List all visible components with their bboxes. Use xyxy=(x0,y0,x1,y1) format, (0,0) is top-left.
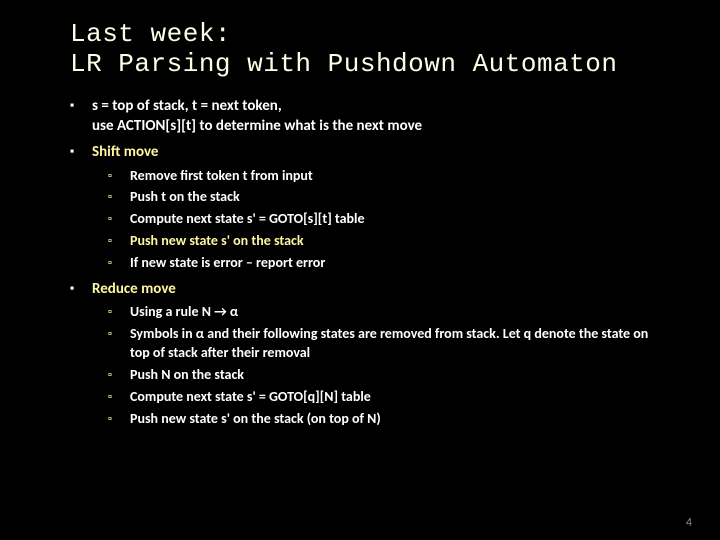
hollow-square-bullet-icon: ▫ xyxy=(108,327,120,363)
list-item: ▫ Push N on the stack xyxy=(108,366,664,385)
list-item: ▫ Symbols in α and their following state… xyxy=(108,325,664,363)
page-number: 4 xyxy=(686,516,692,530)
list-item-text: Compute next state s' = GOTO[q][N] table xyxy=(130,388,664,407)
hollow-square-bullet-icon: ▫ xyxy=(108,256,120,273)
hollow-square-bullet-icon: ▫ xyxy=(108,305,120,322)
list-item: ▫ Push new state s' on the stack (on top… xyxy=(108,410,664,429)
title-line-1: Last week: xyxy=(70,19,231,49)
slide-body: ▪ s = top of stack, t = next token, use … xyxy=(70,96,664,429)
intro-text: s = top of stack, t = next token, use AC… xyxy=(92,96,664,137)
list-item: ▫ Compute next state s' = GOTO[q][N] tab… xyxy=(108,388,664,407)
hollow-square-bullet-icon: ▫ xyxy=(108,234,120,251)
hollow-square-bullet-icon: ▫ xyxy=(108,169,120,186)
hollow-square-bullet-icon: ▫ xyxy=(108,190,120,207)
list-item-text: Symbols in α and their following states … xyxy=(130,325,664,363)
list-item-text: If new state is error – report error xyxy=(130,254,664,273)
list-item-text: Push t on the stack xyxy=(130,188,664,207)
list-item: ▫ Compute next state s' = GOTO[s][t] tab… xyxy=(108,210,664,229)
slide-title: Last week: LR Parsing with Pushdown Auto… xyxy=(70,20,664,80)
intro-item: ▪ s = top of stack, t = next token, use … xyxy=(70,96,664,137)
list-item: ▫ Remove first token t from input xyxy=(108,167,664,186)
list-item: ▫ Push new state s' on the stack xyxy=(108,232,664,251)
hollow-square-bullet-icon: ▫ xyxy=(108,368,120,385)
title-line-2: LR Parsing with Pushdown Automaton xyxy=(70,49,618,79)
square-bullet-icon: ▪ xyxy=(70,145,80,162)
shift-list: ▫ Remove first token t from input ▫ Push… xyxy=(108,167,664,273)
slide: Last week: LR Parsing with Pushdown Auto… xyxy=(0,0,720,540)
list-item: ▫ Push t on the stack xyxy=(108,188,664,207)
intro-line-1: s = top of stack, t = next token, xyxy=(92,97,282,115)
list-item-text: Compute next state s' = GOTO[s][t] table xyxy=(130,210,664,229)
reduce-list: ▫ Using a rule N → α ▫ Symbols in α and … xyxy=(108,303,664,428)
hollow-square-bullet-icon: ▫ xyxy=(108,212,120,229)
hollow-square-bullet-icon: ▫ xyxy=(108,390,120,407)
list-item-text: Remove first token t from input xyxy=(130,167,664,186)
reduce-heading-item: ▪ Reduce move xyxy=(70,279,664,299)
hollow-square-bullet-icon: ▫ xyxy=(108,412,120,429)
intro-line-2: use ACTION[s][t] to determine what is th… xyxy=(92,117,422,135)
list-item-text: Using a rule N → α xyxy=(130,303,664,322)
shift-heading-item: ▪ Shift move xyxy=(70,142,664,162)
list-item: ▫ Using a rule N → α xyxy=(108,303,664,322)
reduce-heading: Reduce move xyxy=(92,279,664,299)
list-item: ▫ If new state is error – report error xyxy=(108,254,664,273)
shift-heading: Shift move xyxy=(92,142,664,162)
square-bullet-icon: ▪ xyxy=(70,99,80,137)
list-item-text: Push new state s' on the stack xyxy=(130,232,664,251)
list-item-text: Push new state s' on the stack (on top o… xyxy=(130,410,664,429)
list-item-text: Push N on the stack xyxy=(130,366,664,385)
square-bullet-icon: ▪ xyxy=(70,282,80,299)
